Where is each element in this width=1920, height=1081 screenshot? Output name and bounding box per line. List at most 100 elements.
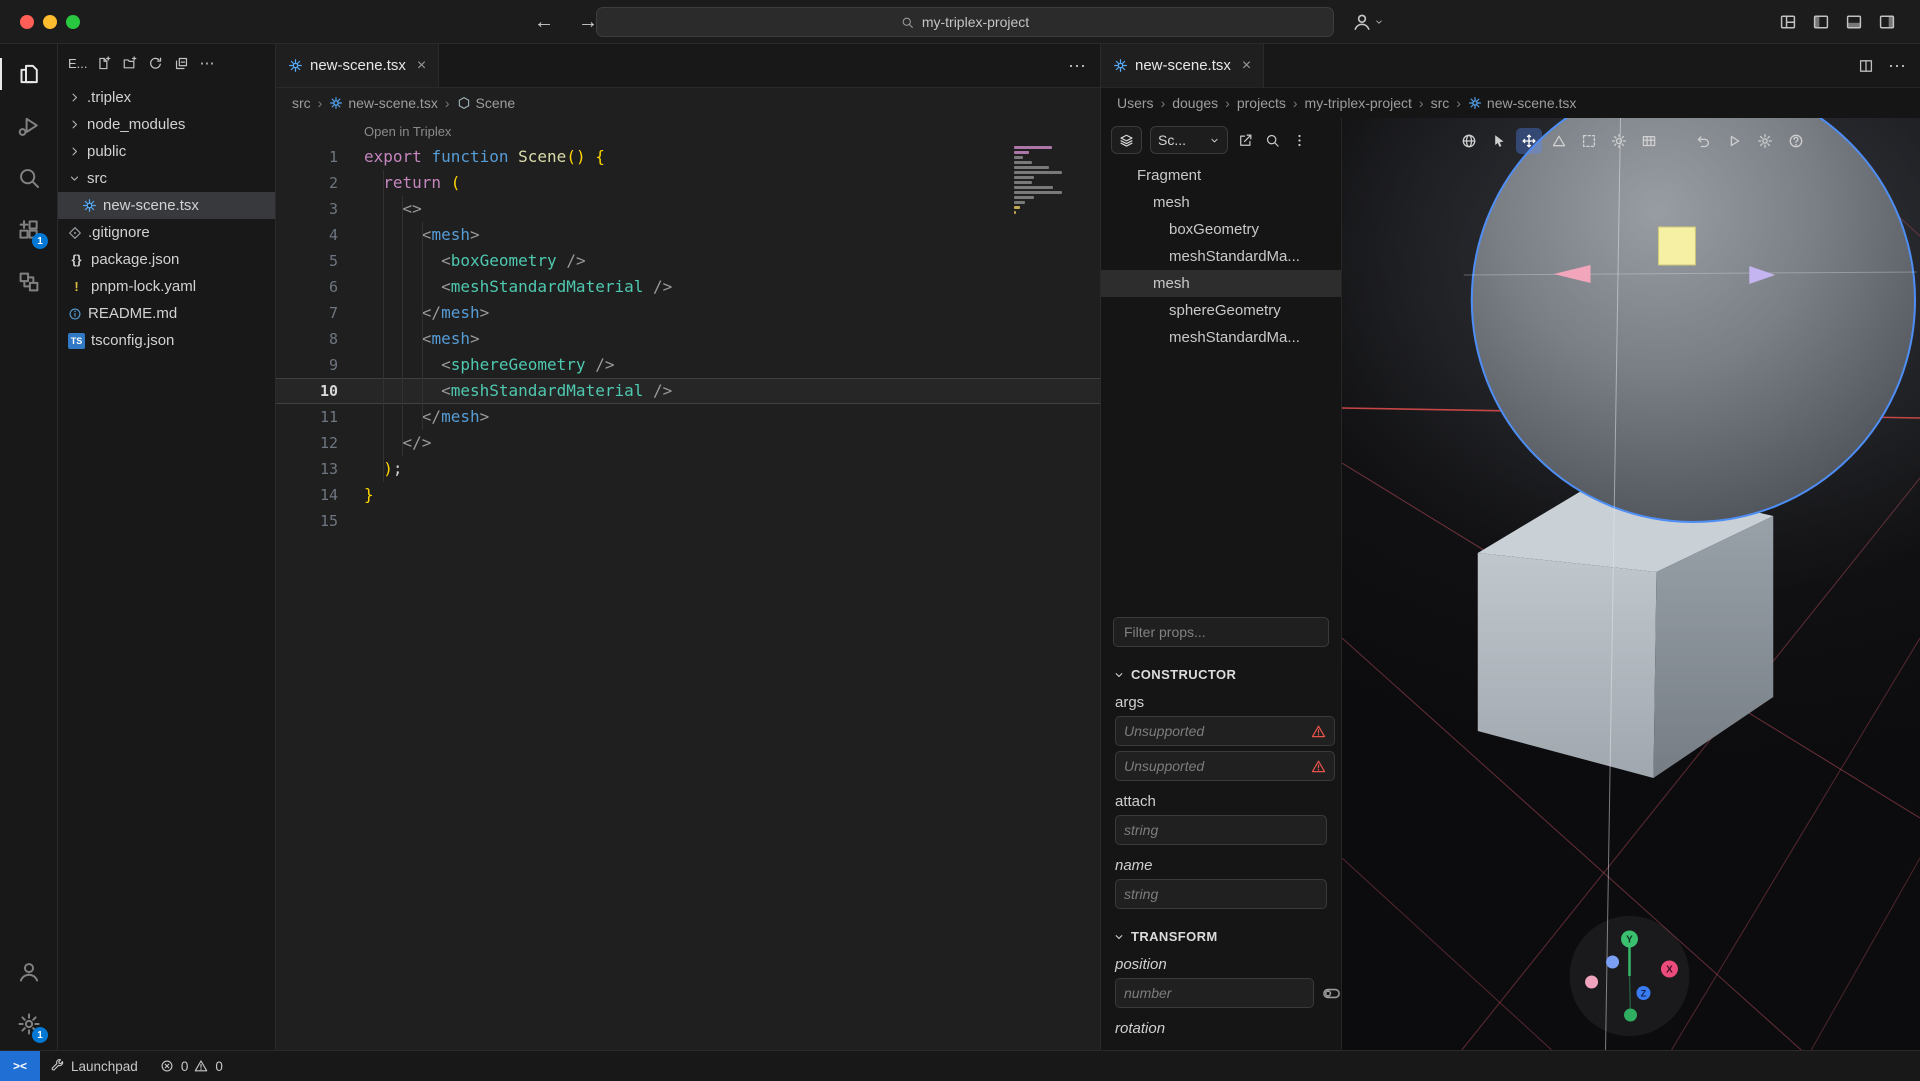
refresh-button[interactable]	[148, 56, 163, 71]
prop-toggle[interactable]	[1322, 984, 1341, 1003]
zoom-window-button[interactable]	[66, 15, 80, 29]
prop-input-field[interactable]	[1124, 886, 1318, 902]
more-actions-icon[interactable]: ⋯	[1888, 57, 1906, 75]
breadcrumb-item[interactable]: Scene	[457, 95, 516, 111]
activity-bar-remote-explorer[interactable]	[0, 256, 57, 308]
activity-bar-extensions[interactable]: 1	[0, 204, 57, 256]
scene-tree-item[interactable]: meshStandardMa...	[1101, 243, 1341, 270]
tool-triangle-button[interactable]	[1546, 128, 1572, 154]
tool-marquee-button[interactable]	[1576, 128, 1602, 154]
prop-input-field[interactable]	[1124, 758, 1305, 774]
editor-tab-new-scene[interactable]: new-scene.tsx ×	[276, 44, 439, 87]
prop-input-field[interactable]	[1124, 985, 1305, 1001]
code-line[interactable]: 5 <boxGeometry />	[276, 248, 1100, 274]
scene-search-button[interactable]	[1263, 131, 1282, 150]
activity-bar-settings[interactable]: 1	[0, 998, 57, 1050]
activity-bar-run-debug[interactable]	[0, 100, 57, 152]
back-button[interactable]: ←	[534, 12, 554, 32]
layout-grid-button[interactable]	[1779, 13, 1797, 31]
new-file-button[interactable]	[96, 56, 111, 71]
tool-light-button[interactable]	[1606, 128, 1632, 154]
code-line[interactable]: 9 <sphereGeometry />	[276, 352, 1100, 378]
code-line[interactable]: 4 <mesh>	[276, 222, 1100, 248]
close-tab-icon[interactable]: ×	[1242, 58, 1251, 74]
code-editor[interactable]: Open in Triplex 1export function Scene()…	[276, 118, 1100, 1050]
code-line[interactable]: 1export function Scene() {	[276, 144, 1100, 170]
file-tree-item[interactable]: {}package.json	[58, 246, 275, 273]
breadcrumb-item[interactable]: my-triplex-project	[1305, 95, 1412, 111]
play-button[interactable]	[1721, 128, 1747, 154]
axis-neg-y-handle[interactable]	[1624, 1009, 1637, 1022]
file-tree-item[interactable]: node_modules	[58, 111, 275, 138]
activity-bar-accounts[interactable]	[0, 946, 57, 998]
code-line[interactable]: 6 <meshStandardMaterial />	[276, 274, 1100, 300]
codelens-open-in-triplex[interactable]: Open in Triplex	[364, 124, 1100, 144]
help-button[interactable]	[1783, 128, 1809, 154]
tool-globe-button[interactable]	[1456, 128, 1482, 154]
remote-indicator[interactable]: ><	[0, 1051, 40, 1081]
tool-move-button[interactable]	[1516, 128, 1542, 154]
file-tree-item[interactable]: README.md	[58, 300, 275, 327]
code-line[interactable]: 15	[276, 508, 1100, 534]
more-button[interactable]: ⋯	[200, 56, 215, 71]
minimize-window-button[interactable]	[43, 15, 57, 29]
prop-input-field[interactable]	[1124, 822, 1318, 838]
axis-gizmo[interactable]: Y X Z	[1570, 916, 1690, 1036]
code-line[interactable]: 8 <mesh>	[276, 326, 1100, 352]
filter-props-input[interactable]	[1124, 624, 1318, 640]
tool-grid-button[interactable]	[1636, 128, 1662, 154]
collapse-all-button[interactable]	[174, 56, 189, 71]
close-tab-icon[interactable]: ×	[417, 58, 426, 74]
file-tree-item[interactable]: public	[58, 138, 275, 165]
code-line[interactable]: 3 <>	[276, 196, 1100, 222]
scene-tree-item[interactable]: sphereGeometry	[1101, 297, 1341, 324]
breadcrumb-item[interactable]: src	[292, 95, 311, 111]
forward-button[interactable]: →	[578, 12, 598, 32]
breadcrumb-item[interactable]: new-scene.tsx	[329, 95, 437, 111]
file-tree-item[interactable]: .gitignore	[58, 219, 275, 246]
breadcrumb-item[interactable]: src	[1431, 95, 1450, 111]
settings-button[interactable]	[1752, 128, 1778, 154]
activity-bar-search[interactable]	[0, 152, 57, 204]
launchpad-status-item[interactable]: Launchpad	[40, 1051, 149, 1081]
tool-cursor-button[interactable]	[1486, 128, 1512, 154]
close-window-button[interactable]	[20, 15, 34, 29]
more-actions-icon[interactable]: ⋯	[1068, 57, 1086, 75]
triplex-tab-new-scene[interactable]: new-scene.tsx ×	[1101, 44, 1264, 87]
viewport-canvas[interactable]: Y X Z	[1342, 118, 1920, 1050]
scene-tree-item[interactable]: meshStandardMa...	[1101, 324, 1341, 351]
prop-input-args[interactable]	[1115, 716, 1335, 746]
scene-menu-button[interactable]	[1290, 131, 1309, 150]
split-editor-button[interactable]	[1858, 58, 1874, 74]
panel-bottom-button[interactable]	[1845, 13, 1863, 31]
open-in-editor-button[interactable]	[1236, 131, 1255, 150]
code-line[interactable]: 12 </>	[276, 430, 1100, 456]
file-tree-item[interactable]: TStsconfig.json	[58, 327, 275, 354]
code-line[interactable]: 2 return (	[276, 170, 1100, 196]
prop-input-args[interactable]	[1115, 751, 1335, 781]
breadcrumb-item[interactable]: new-scene.tsx	[1468, 95, 1576, 111]
scene-tree-item[interactable]: mesh	[1101, 189, 1341, 216]
code-line[interactable]: 10 <meshStandardMaterial />	[276, 378, 1100, 404]
scene-layers-button[interactable]	[1111, 126, 1142, 154]
command-center-search[interactable]: my-triplex-project	[596, 7, 1334, 37]
prop-input-position[interactable]	[1115, 978, 1314, 1008]
file-tree-item[interactable]: .triplex	[58, 84, 275, 111]
activity-bar-explorer[interactable]	[0, 48, 57, 100]
profile-menu[interactable]	[1352, 12, 1384, 32]
file-tree-item[interactable]: new-scene.tsx	[58, 192, 275, 219]
code-line[interactable]: 14}	[276, 482, 1100, 508]
file-tree-item[interactable]: src	[58, 165, 275, 192]
axis-neg-x-handle[interactable]	[1585, 976, 1598, 989]
section-header-transform[interactable]: TRANSFORM	[1113, 929, 1329, 944]
undo-button[interactable]	[1690, 128, 1716, 154]
axis-neg-z-handle[interactable]	[1606, 956, 1619, 969]
minimap[interactable]	[1014, 146, 1084, 221]
prop-input-attach[interactable]	[1115, 815, 1327, 845]
scene-tree-item[interactable]: boxGeometry	[1101, 216, 1341, 243]
problems-status-item[interactable]: 0 0	[149, 1051, 234, 1081]
section-header-constructor[interactable]: CONSTRUCTOR	[1113, 667, 1329, 682]
file-tree-item[interactable]: !pnpm-lock.yaml	[58, 273, 275, 300]
panel-left-button[interactable]	[1812, 13, 1830, 31]
panel-right-button[interactable]	[1878, 13, 1896, 31]
